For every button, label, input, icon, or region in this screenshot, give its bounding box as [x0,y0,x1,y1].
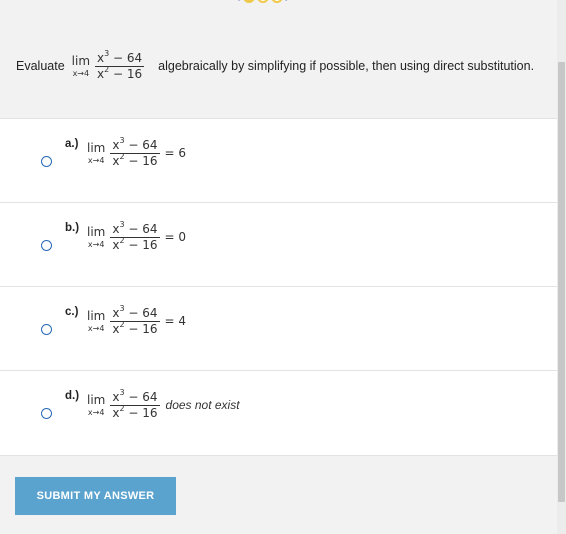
scrollbar[interactable] [557,0,566,534]
limit-operator: lim x→4 [71,53,91,78]
answer-option-d[interactable]: d.) lim x→4 x3 − 64 x2 − 16 does not exi… [0,370,557,456]
progress-dot [270,0,283,3]
fraction-denominator: x2 − 16 [112,235,158,252]
scroll-thumb[interactable] [558,62,565,502]
answer-options: a.) lim x→4 x3 − 64 x2 − 16 = 6 b.) lim … [0,118,557,456]
option-limit-expression: lim x→4 x3 − 64 x2 − 16 does not exist [84,388,240,420]
question-limit-expression: lim x→4 x3 − 64 x2 − 16 [69,48,147,81]
limit-operator: lim x→4 [87,224,106,249]
fraction-numerator: x3 − 64 [110,388,160,406]
fraction-denominator: x2 − 16 [97,64,143,81]
fraction-denominator: x2 − 16 [112,403,158,420]
limit-operator: lim x→4 [87,308,106,333]
limit-operator: lim x→4 [87,392,106,417]
question-prefix: Evaluate [16,59,65,73]
option-value: = 0 [164,230,187,245]
limit-fraction: x3 − 64 x2 − 16 [110,136,160,168]
option-letter: b.) [65,222,80,234]
radio-button[interactable] [41,324,52,335]
fraction-numerator: x3 − 64 [110,136,160,154]
question-suffix: algebraically by simplifying if possible… [158,59,535,73]
answer-option-b[interactable]: b.) lim x→4 x3 − 64 x2 − 16 = 0 [0,202,557,286]
progress-pager: ‹ › [236,0,290,5]
option-letter: d.) [65,390,80,402]
progress-dot [242,0,255,3]
option-value: = 4 [164,314,187,329]
fraction-numerator: x3 − 64 [110,220,160,238]
option-value: does not exist [165,398,240,413]
radio-button[interactable] [41,156,52,167]
radio-button[interactable] [41,408,52,419]
answer-option-a[interactable]: a.) lim x→4 x3 − 64 x2 − 16 = 6 [0,118,557,202]
option-limit-expression: lim x→4 x3 − 64 x2 − 16 = 4 [84,304,187,336]
limit-operator: lim x→4 [87,140,106,165]
radio-button[interactable] [41,240,52,251]
option-limit-expression: lim x→4 x3 − 64 x2 − 16 = 0 [84,220,187,252]
submit-answer-button[interactable]: SUBMIT MY ANSWER [15,477,176,515]
option-letter: a.) [65,138,79,150]
prev-chevron-icon[interactable]: ‹ [236,0,241,5]
limit-fraction: x3 − 64 x2 − 16 [110,388,160,420]
fraction-numerator: x3 − 64 [95,48,145,67]
option-letter: c.) [65,306,79,318]
limit-fraction: x3 − 64 x2 − 16 [110,220,160,252]
fraction-denominator: x2 − 16 [112,151,158,168]
fraction-denominator: x2 − 16 [112,319,158,336]
progress-dot [256,0,269,3]
option-limit-expression: lim x→4 x3 − 64 x2 − 16 = 6 [84,136,187,168]
limit-fraction: x3 − 64 x2 − 16 [95,48,145,81]
fraction-numerator: x3 − 64 [110,304,160,322]
question-text: Evaluate lim x→4 x3 − 64 x2 − 16 algebra… [16,46,546,86]
answer-option-c[interactable]: c.) lim x→4 x3 − 64 x2 − 16 = 4 [0,286,557,370]
limit-fraction: x3 − 64 x2 − 16 [110,304,160,336]
next-chevron-icon[interactable]: › [285,0,290,5]
option-value: = 6 [164,146,187,161]
